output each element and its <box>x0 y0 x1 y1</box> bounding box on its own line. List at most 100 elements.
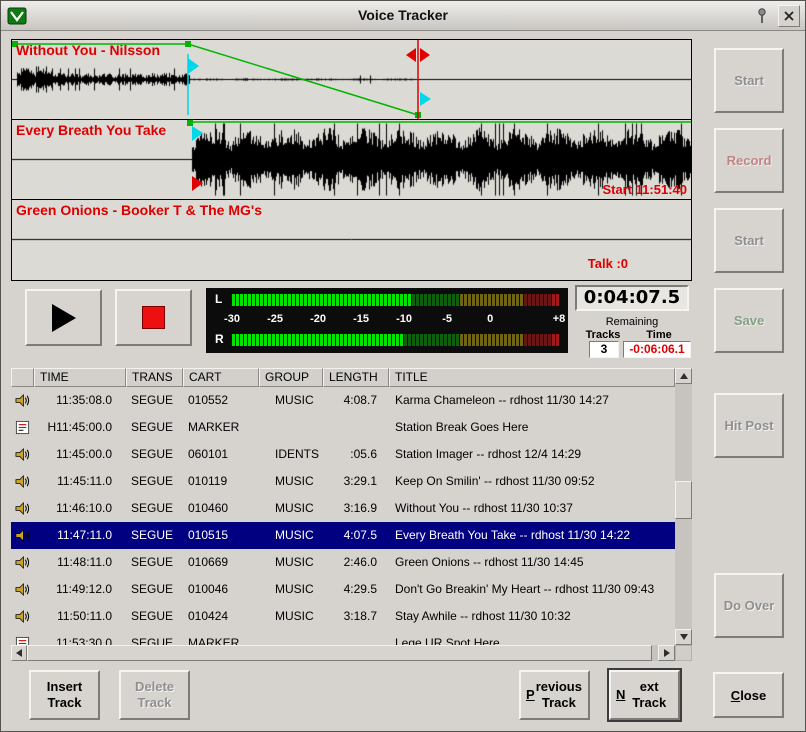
remaining-time-label: Time <box>631 329 687 341</box>
column-header-time[interactable]: TIME <box>34 368 126 387</box>
do-over-button[interactable]: Do Over <box>714 573 784 638</box>
save-button[interactable]: Save <box>714 288 784 353</box>
remaining-tracks-value: 3 <box>589 341 619 358</box>
insert-track-button[interactable]: Insert Track <box>29 670 100 720</box>
record-button[interactable]: Record <box>714 128 784 193</box>
delete-track-button[interactable]: Delete Track <box>119 670 190 720</box>
cell-group: MUSIC <box>259 495 323 522</box>
fade-marker-icon[interactable] <box>188 58 199 74</box>
waveform-track-2[interactable]: Every Breath You Take Start 11:51:40 <box>12 120 691 200</box>
cell-group <box>259 414 323 441</box>
start-marker-icon[interactable] <box>192 176 203 191</box>
table-row[interactable]: 11:35:08.0SEGUE010552MUSIC4:08.7Karma Ch… <box>11 387 675 414</box>
close-button[interactable]: Close <box>713 672 784 718</box>
track2-start-time-label: Start 11:51:40 <box>602 182 687 197</box>
scroll-down-button[interactable] <box>675 629 692 645</box>
remaining-tracks-label: Tracks <box>577 329 629 341</box>
previous-track-button[interactable]: Previous Track <box>519 670 590 720</box>
waveform-track-3[interactable]: Green Onions - Booker T & The MG's Talk … <box>12 200 691 280</box>
scrollbar-corner <box>675 645 692 661</box>
marker-icon <box>11 630 34 645</box>
remaining-time-value: -0:06:06.1 <box>623 341 691 358</box>
cell-length: 4:29.5 <box>323 576 389 603</box>
table-row[interactable]: 11:49:12.0SEGUE010046MUSIC4:29.5Don't Go… <box>11 576 675 603</box>
cell-cart: MARKER <box>183 414 259 441</box>
table-row[interactable]: H11:45:00.0SEGUEMARKERStation Break Goes… <box>11 414 675 441</box>
log-rows: 11:35:08.0SEGUE010552MUSIC4:08.7Karma Ch… <box>11 387 675 645</box>
cell-title: Keep On Smilin' -- rdhost 11/30 09:52 <box>389 468 675 495</box>
cell-cart: 010460 <box>183 495 259 522</box>
cell-trans: SEGUE <box>126 549 183 576</box>
cell-title: Every Breath You Take -- rdhost 11/30 14… <box>389 522 675 549</box>
remaining-heading: Remaining <box>575 316 689 328</box>
start-button-1[interactable]: Start <box>714 48 784 113</box>
cell-length: 3:29.1 <box>323 468 389 495</box>
end-marker-icon[interactable] <box>406 48 416 62</box>
hit-post-button[interactable]: Hit Post <box>714 393 784 458</box>
vertical-scrollbar-thumb[interactable] <box>675 481 692 519</box>
table-row[interactable]: 11:45:11.0SEGUE010119MUSIC3:29.1Keep On … <box>11 468 675 495</box>
cell-trans: SEGUE <box>126 630 183 645</box>
cell-cart: 010119 <box>183 468 259 495</box>
table-row[interactable]: 11:48:11.0SEGUE010669MUSIC2:46.0Green On… <box>11 549 675 576</box>
track1-title: Without You - Nilsson <box>16 42 160 58</box>
speaker-icon <box>11 549 34 576</box>
fade-marker-icon[interactable] <box>420 92 431 106</box>
meter-strip-right <box>232 334 559 346</box>
vertical-scrollbar[interactable] <box>675 368 692 645</box>
audio-meter: L R -30-25-20-15-10-50+8 <box>206 288 568 353</box>
scroll-left-button[interactable] <box>11 645 27 661</box>
speaker-icon <box>11 441 34 468</box>
table-row[interactable]: 11:47:11.0SEGUE010515MUSIC4:07.5Every Br… <box>11 522 675 549</box>
column-header-group[interactable]: GROUP <box>259 368 323 387</box>
play-button[interactable] <box>25 289 102 346</box>
cell-length <box>323 414 389 441</box>
scroll-up-button[interactable] <box>675 368 692 384</box>
horizontal-scrollbar[interactable] <box>11 645 675 661</box>
next-track-button[interactable]: Next Track <box>609 670 680 720</box>
scroll-right-button[interactable] <box>658 645 675 661</box>
cell-group: MUSIC <box>259 522 323 549</box>
cell-title: Station Imager -- rdhost 12/4 14:29 <box>389 441 675 468</box>
end-marker-icon[interactable] <box>420 48 430 62</box>
cell-cart: 010424 <box>183 603 259 630</box>
column-header-length[interactable]: LENGTH <box>323 368 389 387</box>
cell-time: 11:53:30.0 <box>34 630 126 645</box>
meter-scale-label: -30 <box>224 313 240 325</box>
column-header-cart[interactable]: CART <box>183 368 259 387</box>
speaker-icon <box>11 387 34 414</box>
speaker-icon <box>11 576 34 603</box>
speaker-icon <box>11 522 34 549</box>
cell-trans: SEGUE <box>126 387 183 414</box>
window-close-button[interactable] <box>778 5 800 27</box>
table-row[interactable]: 11:53:30.0SEGUEMARKERLege UR Spot Here <box>11 630 675 645</box>
horizontal-scrollbar-thumb[interactable] <box>27 645 652 661</box>
fade-marker-icon[interactable] <box>192 126 203 141</box>
pin-icon[interactable] <box>751 5 773 27</box>
cell-title: Green Onions -- rdhost 11/30 14:45 <box>389 549 675 576</box>
column-header-title[interactable]: TITLE <box>389 368 675 387</box>
cell-title: Without You -- rdhost 11/30 10:37 <box>389 495 675 522</box>
table-row[interactable]: 11:50:11.0SEGUE010424MUSIC3:18.7Stay Awh… <box>11 603 675 630</box>
meter-scale-label: -25 <box>267 313 283 325</box>
cell-length: :05.6 <box>323 441 389 468</box>
table-row[interactable]: 11:45:00.0SEGUE060101IDENTS:05.6Station … <box>11 441 675 468</box>
stop-button[interactable] <box>115 289 192 346</box>
column-header-trans[interactable]: TRANS <box>126 368 183 387</box>
track2-title: Every Breath You Take <box>16 122 166 138</box>
cell-time: 11:47:11.0 <box>34 522 126 549</box>
meter-scale-label: -20 <box>310 313 326 325</box>
meter-scale-label: -5 <box>442 313 452 325</box>
waveform-track-1[interactable]: Without You - Nilsson <box>12 40 691 120</box>
table-row[interactable]: 11:46:10.0SEGUE010460MUSIC3:16.9Without … <box>11 495 675 522</box>
start-button-2[interactable]: Start <box>714 208 784 273</box>
rubberband-handle[interactable] <box>185 41 191 47</box>
cell-trans: SEGUE <box>126 522 183 549</box>
meter-scale-label: -10 <box>396 313 412 325</box>
column-header-icon[interactable] <box>11 368 34 387</box>
arrow-down-icon <box>680 634 688 640</box>
rubberband-handle[interactable] <box>187 120 193 126</box>
titlebar[interactable]: Voice Tracker <box>1 1 805 31</box>
cell-time: 11:45:11.0 <box>34 468 126 495</box>
cell-time: 11:35:08.0 <box>34 387 126 414</box>
